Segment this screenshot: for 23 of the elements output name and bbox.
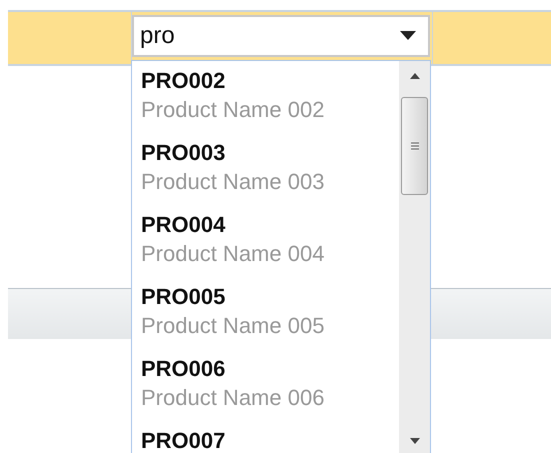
dropdown-option[interactable]: PRO005 Product Name 005	[141, 277, 399, 349]
product-code: PRO004	[141, 212, 226, 238]
dropdown-option[interactable]: PRO006 Product Name 006	[141, 349, 399, 421]
scrollbar[interactable]	[399, 61, 430, 453]
scroll-up-icon[interactable]	[410, 73, 420, 79]
product-code: PRO007	[141, 428, 226, 453]
product-name: Product Name 002	[141, 96, 326, 124]
dropdown-option[interactable]: PRO004 Product Name 004	[141, 205, 399, 277]
dropdown-option[interactable]: PRO007	[141, 421, 399, 453]
dropdown-option[interactable]: PRO003 Product Name 003	[141, 133, 399, 205]
product-name: Product Name 005	[141, 312, 326, 340]
combo-box[interactable]: pro	[132, 15, 430, 57]
product-code: PRO003	[141, 140, 226, 166]
product-name: Product Name 004	[141, 240, 326, 268]
product-code: PRO006	[141, 356, 226, 382]
product-code: PRO002	[141, 68, 226, 94]
scroll-down-icon[interactable]	[410, 438, 420, 444]
caret-icon[interactable]	[400, 31, 416, 41]
scroll-thumb[interactable]	[401, 97, 428, 195]
product-name: Product Name 006	[141, 384, 326, 412]
product-code: PRO005	[141, 284, 226, 310]
product-name: Product Name 003	[141, 168, 326, 196]
dropdown-option[interactable]: PRO002 Product Name 002	[141, 61, 399, 133]
